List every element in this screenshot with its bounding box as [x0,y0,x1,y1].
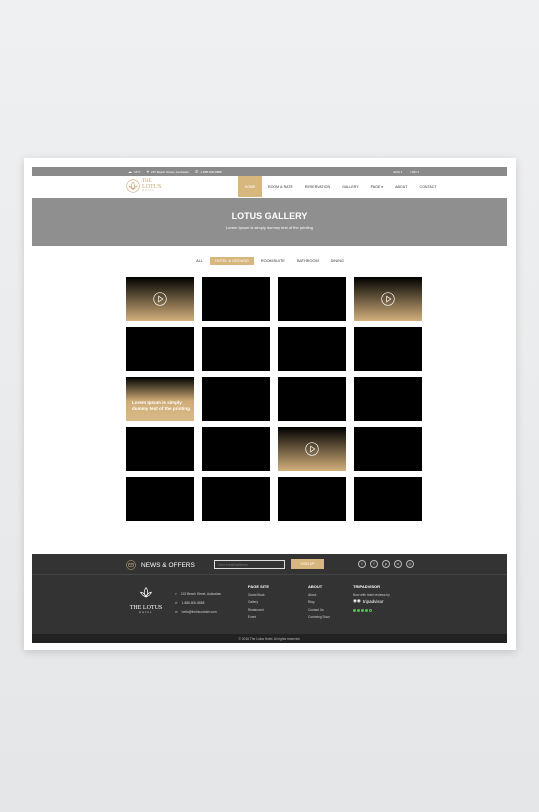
filter-room-suite[interactable]: ROOM/SUITE [256,257,290,265]
header: THE LOTUS HOTEL HOME ROOM & RATE RESERVA… [32,176,507,197]
gallery-tile[interactable] [354,327,422,371]
currency-select[interactable]: USD ▾ [410,170,419,174]
gallery-video-tile[interactable] [354,277,422,321]
gallery-tile[interactable] [126,327,194,371]
filter-all[interactable]: ALL [191,257,208,265]
footer-link[interactable]: Guest Book [248,593,269,600]
footer-link[interactable]: Restaurant [248,608,269,615]
rating-dot [361,609,364,612]
lotus-logo-icon [139,586,153,598]
lotus-logo-icon [126,179,140,193]
social-links: t f p ∞ ◎ [358,560,414,568]
cloud-icon: ☁ [128,169,132,174]
rating-dot [357,609,360,612]
rating-dots [353,609,390,612]
instagram-icon[interactable]: ◎ [406,560,414,568]
top-bar: ☁ 16°C ⌖ 215 Beach Street, Australian ✆ … [32,167,507,176]
main-nav: HOME ROOM & RATE RESERVATION GALLERY PAG… [238,176,443,197]
footer-link[interactable]: Blog [308,600,330,607]
footer-page-site: PAGE SITE Guest Book Gallery Restaurant … [248,584,269,623]
gallery-tile[interactable] [202,377,270,421]
copyright: © 2016 The Lotus Hotel. All rights reser… [32,634,507,643]
gallery-tile[interactable] [278,477,346,521]
footer-about: ABOUT About Blog Contact Us Comming Soon [308,584,330,623]
gallery-video-tile[interactable] [278,427,346,471]
nav-reservation[interactable]: RESERVATION [299,176,336,197]
gallery-tile[interactable] [126,477,194,521]
nav-contact[interactable]: CONTACT [414,176,443,197]
gallery-tile[interactable] [278,327,346,371]
newsletter-icon [126,560,136,570]
page-subtitle: Lorem Ipsum is simply dummy text of the … [226,225,313,230]
location-icon: ⌖ [175,591,177,596]
footer-contact: ⌖ 215 Beach Street, Australian ✆ 1-888-800… [175,589,221,616]
rating-dot [353,609,356,612]
tripadvisor-badge[interactable]: ◉◉ tripadvisor [353,598,390,604]
facebook-icon[interactable]: f [370,560,378,568]
nav-page[interactable]: PAGE ▾ [365,176,390,197]
footer-link[interactable]: About [308,593,330,600]
gallery-filters: ALL HOTEL & GROUND ROOM/SUITE BATHROOM D… [24,257,516,265]
gallery-tile[interactable] [126,427,194,471]
logo-text: THE LOTUS HOTEL [142,179,162,193]
footer-tripadvisor: TRIPADVISOR Now with hotel reviews by ◉◉… [353,584,390,612]
nav-about[interactable]: ABOUT [389,176,413,197]
gallery-tile[interactable] [278,377,346,421]
owl-icon: ◉◉ [353,598,361,603]
hero-banner: LOTUS GALLERY Lorem Ipsum is simply dumm… [32,198,507,246]
gallery-tile[interactable] [354,377,422,421]
nav-home[interactable]: HOME [238,176,262,197]
rating-dot [369,609,372,612]
gallery-video-tile[interactable] [126,277,194,321]
page-title: LOTUS GALLERY [231,211,308,221]
gallery-tile[interactable] [354,427,422,471]
newsletter-heading: NEWS & OFFERS [126,560,195,570]
phone-info: ✆ 1-888-800-8888 [195,169,222,174]
footer-divider [32,574,507,575]
tile-caption: Lorem Ipsum is simply dummy text of the … [132,400,190,411]
play-icon[interactable] [381,292,395,306]
footer-email[interactable]: ✉ hello@thelotushotel.com [175,607,221,616]
filter-dining[interactable]: DINING [326,257,349,265]
mail-icon: ✉ [175,609,178,614]
play-icon[interactable] [305,442,319,456]
language-select[interactable]: ENG ▾ [393,170,402,174]
signup-button[interactable]: SIGN UP [291,559,324,569]
filter-hotel-ground[interactable]: HOTEL & GROUND [209,257,254,265]
footer-address: ⌖ 215 Beach Street, Australian [175,591,222,596]
gallery-tile[interactable] [202,327,270,371]
tripadvisor-icon[interactable]: ∞ [394,560,402,568]
location-icon: ⌖ [146,169,149,174]
phone-icon: ✆ [195,169,199,174]
gallery-tile[interactable] [202,477,270,521]
gallery-tile[interactable] [202,277,270,321]
twitter-icon[interactable]: t [358,560,366,568]
filter-bathroom[interactable]: BATHROOM [292,257,324,265]
footer-logo[interactable]: THE LOTUS HOTEL [124,586,168,614]
footer-link[interactable]: Event [248,615,269,622]
email-input[interactable] [214,560,285,569]
footer: NEWS & OFFERS SIGN UP t f p ∞ ◎ THE LOTU… [32,554,507,643]
footer-link[interactable]: Gallery [248,600,269,607]
gallery-tile[interactable] [354,477,422,521]
weather-info: ☁ 16°C [128,169,141,174]
page-frame: ☁ 16°C ⌖ 215 Beach Street, Australian ✆ … [24,158,516,650]
footer-link[interactable]: Comming Soon [308,615,330,622]
footer-phone: ✆ 1-888-800-8888 [175,600,205,605]
address-info: ⌖ 215 Beach Street, Australian [146,169,189,174]
play-icon[interactable] [153,292,167,306]
gallery-tile[interactable]: Lorem Ipsum is simply dummy text of the … [126,377,194,421]
phone-icon: ✆ [175,600,178,605]
rating-dot [365,609,368,612]
logo[interactable]: THE LOTUS HOTEL [126,179,161,193]
footer-link[interactable]: Contact Us [308,608,330,615]
pinterest-icon[interactable]: p [382,560,390,568]
gallery-tile[interactable] [202,427,270,471]
gallery-tile[interactable] [278,277,346,321]
nav-gallery[interactable]: GALLERY [336,176,365,197]
nav-room-rate[interactable]: ROOM & RATE [262,176,299,197]
